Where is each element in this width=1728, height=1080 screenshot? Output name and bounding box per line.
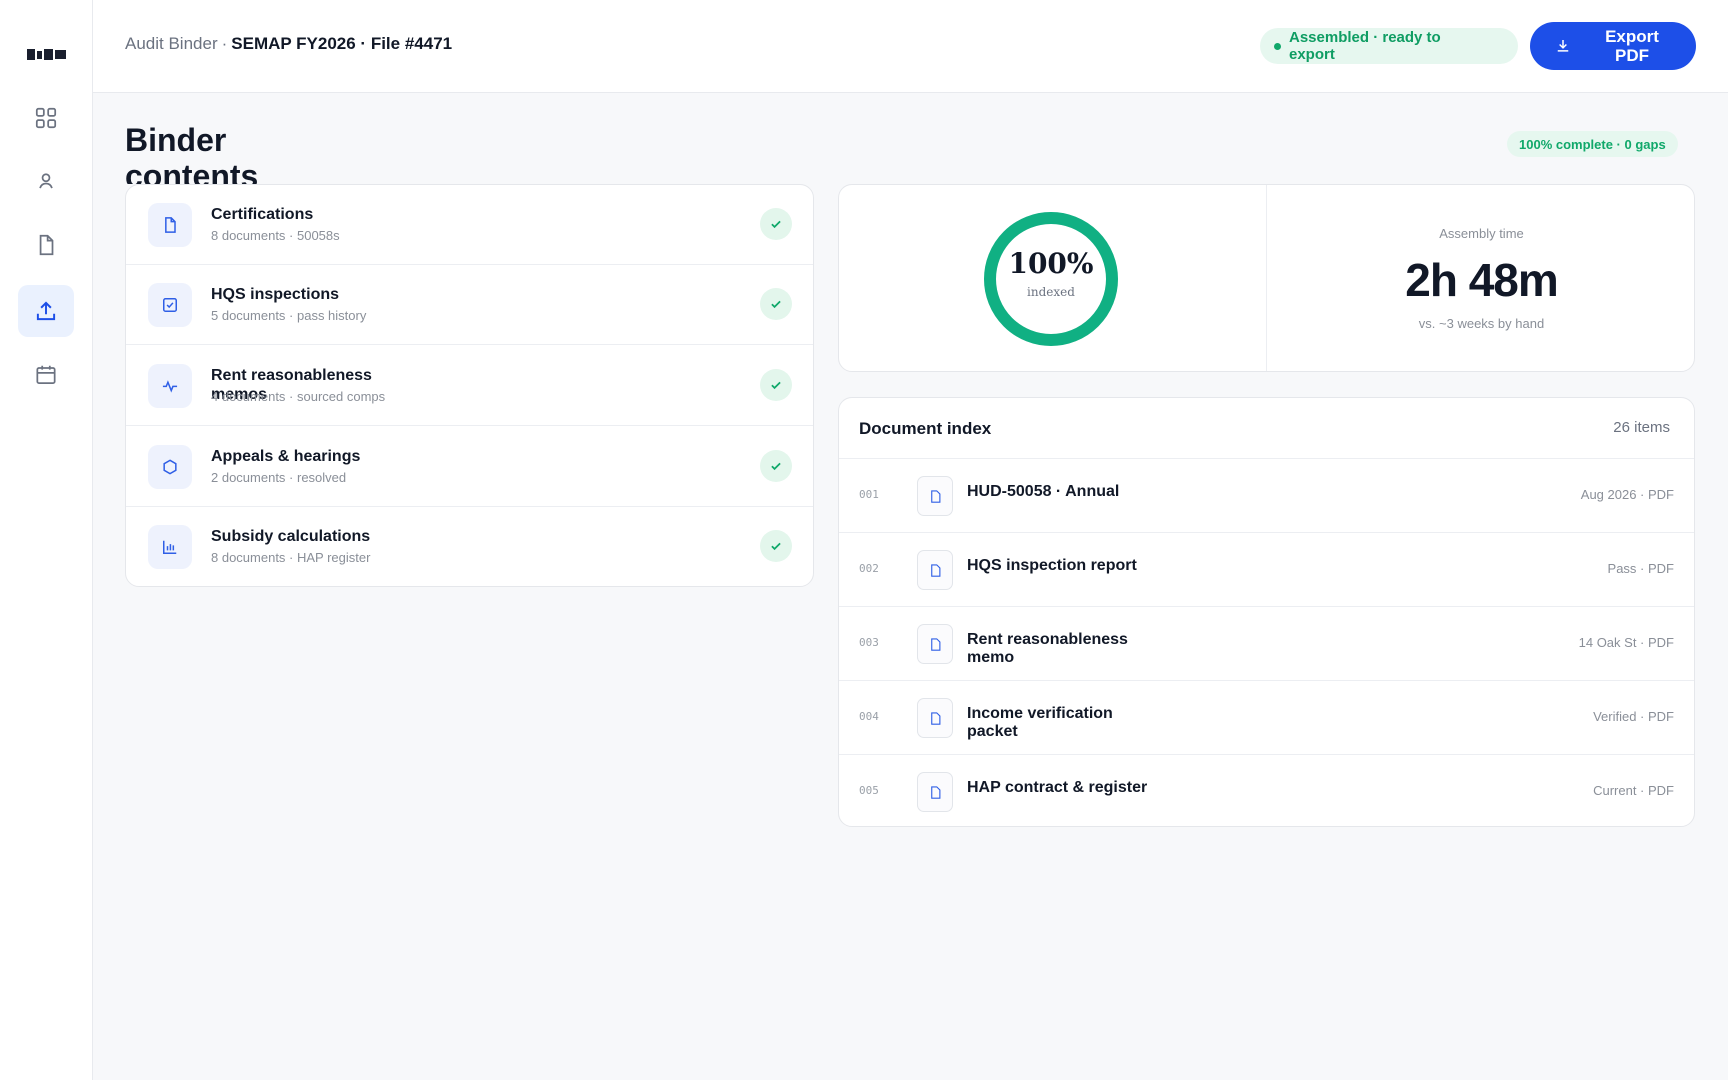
- grid-icon: [35, 107, 57, 129]
- category-subtitle: 8 documents · 50058s: [211, 228, 340, 243]
- status-dot-icon: [1274, 42, 1281, 50]
- category-title: HQS inspections: [211, 286, 340, 303]
- category-row-certifications[interactable]: Certifications 8 documents · 50058s: [126, 185, 813, 265]
- breadcrumb: Audit Binder · SEMAP FY2026 · File #4471: [125, 34, 452, 54]
- doc-number: 001: [859, 488, 879, 501]
- activity-icon: [162, 380, 178, 393]
- page-title: Binder contents: [125, 122, 259, 184]
- category-icon: [148, 203, 192, 247]
- file-icon: [917, 772, 953, 812]
- category-subtitle: 8 documents · HAP register: [211, 550, 371, 565]
- completion-badge: 100% complete · 0 gaps: [1507, 131, 1678, 157]
- check-icon: [760, 208, 792, 240]
- category-row-rent-reasonableness[interactable]: Rent reasonableness memos 4 documents · …: [126, 346, 813, 426]
- breadcrumb-current: SEMAP FY2026 · File #4471: [231, 34, 453, 53]
- breadcrumb-separator: ·: [221, 34, 228, 53]
- sidebar-item-people[interactable]: [18, 155, 74, 207]
- hexagon-icon: [163, 459, 177, 475]
- doc-title: HUD-50058 · Annual: [967, 483, 1120, 500]
- top-bar: Audit Binder · SEMAP FY2026 · File #4471 A…: [93, 0, 1728, 93]
- checkbox-icon: [163, 298, 177, 312]
- document-index-header: Document index 26 items: [839, 398, 1694, 459]
- doc-number: 002: [859, 562, 879, 575]
- category-icon: [148, 364, 192, 408]
- breadcrumb-section[interactable]: Audit Binder: [125, 34, 218, 53]
- doc-meta: Aug 2026 · PDF: [1580, 487, 1674, 502]
- calendar-icon: [36, 365, 56, 384]
- table-row[interactable]: 002 HQS inspection report Pass · PDF: [839, 533, 1694, 607]
- binder-categories-card: Certifications 8 documents · 50058s HQS …: [125, 184, 814, 587]
- category-title: Subsidy calculations: [211, 528, 371, 545]
- table-row[interactable]: 003 Rent reasonableness memo 14 Oak St ·…: [839, 607, 1694, 681]
- doc-number: 005: [859, 784, 879, 797]
- file-icon: [917, 476, 953, 516]
- file-icon: [917, 624, 953, 664]
- document-index-count: 26 items: [1613, 419, 1670, 436]
- document-index-card: Document index 26 items 001 HUD-50058 · …: [838, 397, 1695, 827]
- check-icon: [760, 288, 792, 320]
- doc-title: Rent reasonableness memo: [967, 631, 1128, 666]
- brand-logo[interactable]: [27, 47, 66, 62]
- file-icon: [917, 550, 953, 590]
- user-icon: [39, 173, 53, 189]
- category-row-subsidy-calculations[interactable]: Subsidy calculations 8 documents · HAP r…: [126, 507, 813, 586]
- category-title: Certifications: [211, 206, 314, 223]
- status-text: Assembled · ready to export: [1289, 29, 1441, 63]
- table-row[interactable]: 001 HUD-50058 · Annual Aug 2026 · PDF: [839, 459, 1694, 533]
- table-row[interactable]: 004 Income verification packet Verified …: [839, 681, 1694, 755]
- sidebar-item-export[interactable]: [18, 285, 74, 337]
- upload-icon: [36, 301, 56, 321]
- document-icon: [39, 234, 54, 256]
- indexed-label: indexed: [1027, 285, 1075, 299]
- category-subtitle: 2 documents · resolved: [211, 470, 347, 485]
- check-icon: [760, 530, 792, 562]
- doc-title: Income verification packet: [967, 705, 1113, 740]
- document-icon: [165, 217, 176, 233]
- binder-stats-card: 100% indexed Assembly time 2h 48m vs. ~3…: [838, 184, 1695, 372]
- doc-meta: Pass · PDF: [1607, 561, 1674, 576]
- check-icon: [760, 369, 792, 401]
- download-icon: [1557, 40, 1569, 52]
- assembly-time-comparison: vs. ~3 weeks by hand: [1418, 316, 1545, 331]
- status-badge: Assembled · ready to export: [1260, 28, 1518, 64]
- export-pdf-button[interactable]: Export PDF: [1530, 22, 1696, 70]
- category-icon: [148, 283, 192, 327]
- assembly-time-value: 2h 48m: [1405, 254, 1559, 306]
- sidebar-item-documents[interactable]: [18, 219, 74, 271]
- doc-title: HQS inspection report: [967, 557, 1137, 574]
- category-icon: [148, 445, 192, 489]
- check-icon: [760, 450, 792, 482]
- indexed-percent: 100%: [1008, 247, 1094, 280]
- doc-number: 003: [859, 636, 879, 649]
- doc-meta: Verified · PDF: [1593, 709, 1674, 724]
- sidebar-item-calendar[interactable]: [18, 349, 74, 401]
- category-subtitle: 5 documents · pass history: [211, 308, 367, 323]
- document-index-title: Document index: [859, 419, 992, 438]
- sidebar: [0, 0, 93, 1080]
- sidebar-item-dashboard[interactable]: [18, 92, 74, 144]
- doc-title: HAP contract & register: [967, 779, 1148, 796]
- category-row-appeals[interactable]: Appeals & hearings 2 documents · resolve…: [126, 427, 813, 507]
- category-subtitle: 4 documents · sourced comps: [211, 389, 386, 404]
- doc-meta: Current · PDF: [1593, 783, 1674, 798]
- category-icon: [148, 525, 192, 569]
- category-title: Appeals & hearings: [211, 448, 361, 465]
- doc-number: 004: [859, 710, 879, 723]
- table-row[interactable]: 005 HAP contract & register Current · PD…: [839, 755, 1694, 826]
- bar-chart-icon: [163, 540, 177, 554]
- export-pdf-label: Export PDF: [1605, 27, 1659, 65]
- assembly-time-label: Assembly time: [1439, 226, 1524, 241]
- file-icon: [917, 698, 953, 738]
- doc-meta: 14 Oak St · PDF: [1578, 635, 1674, 650]
- category-row-hqs-inspections[interactable]: HQS inspections 5 documents · pass histo…: [126, 265, 813, 345]
